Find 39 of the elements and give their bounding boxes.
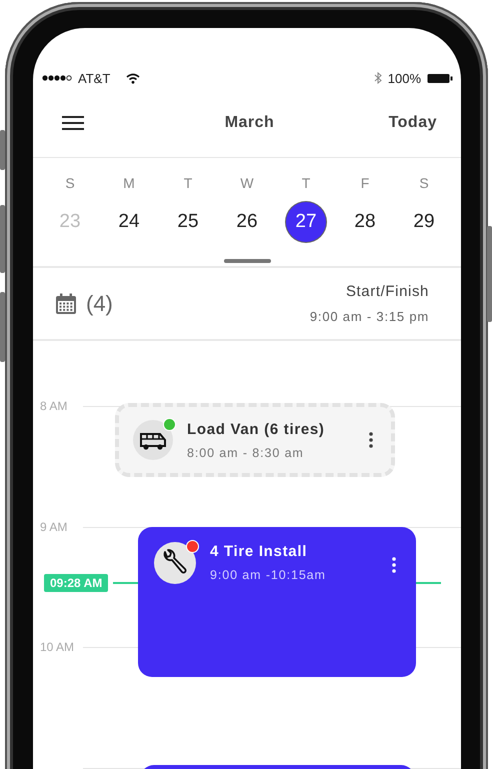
weekday-label: M	[123, 174, 135, 193]
menu-icon[interactable]	[62, 116, 84, 130]
date-button[interactable]: 25	[168, 202, 208, 242]
wifi-icon	[126, 72, 140, 84]
start-finish-label: Start/Finish	[346, 283, 429, 300]
month-title: March	[224, 114, 274, 132]
wrench-icon	[154, 542, 196, 584]
appointment-time: 9:00 am -10:15am	[210, 568, 327, 582]
date-button[interactable]: 27	[286, 202, 326, 242]
hour-label: 9 AM	[40, 518, 68, 534]
weekday-label: F	[360, 174, 370, 193]
today-button[interactable]: Today	[388, 114, 437, 132]
appointment-time: 8:00 am - 8:30 am	[187, 446, 305, 460]
date-button[interactable]: 29	[404, 202, 444, 242]
appointment-title: Load Van (6 tires)	[187, 420, 326, 438]
appointment-count: (4)	[86, 290, 113, 316]
date-button[interactable]: 26	[227, 202, 267, 242]
date-button[interactable]: 28	[345, 202, 385, 242]
battery-percent: 100%	[388, 70, 421, 86]
carrier-name: AT&T	[78, 70, 110, 86]
current-time-badge: 09:28 AM	[44, 574, 108, 592]
appointment-card[interactable]: Load Van (6 tires) 8:00 am - 8:30 am	[115, 403, 395, 477]
appointment-title: 4 Tire Install	[210, 543, 308, 560]
hour-label: 10 AM	[40, 639, 74, 655]
date-button[interactable]: 24	[109, 202, 149, 242]
start-finish-time: 9:00 am - 3:15 pm	[310, 309, 429, 324]
appointment-card[interactable]: 4 Tire Install 9:00 am -10:15am	[138, 527, 416, 677]
weekday-label: W	[240, 174, 254, 193]
weekday-label: S	[419, 174, 429, 193]
van-icon	[133, 420, 173, 460]
drag-handle[interactable]	[224, 259, 270, 263]
hour-label: 8 AM	[40, 398, 68, 414]
weekday-label: T	[184, 174, 192, 193]
bluetooth-icon	[374, 72, 382, 84]
weekday-label: S	[65, 174, 75, 193]
signal-icon	[42, 75, 72, 81]
weekday-label: T	[302, 174, 310, 193]
calendar-icon	[55, 292, 77, 314]
battery-icon	[427, 72, 453, 84]
